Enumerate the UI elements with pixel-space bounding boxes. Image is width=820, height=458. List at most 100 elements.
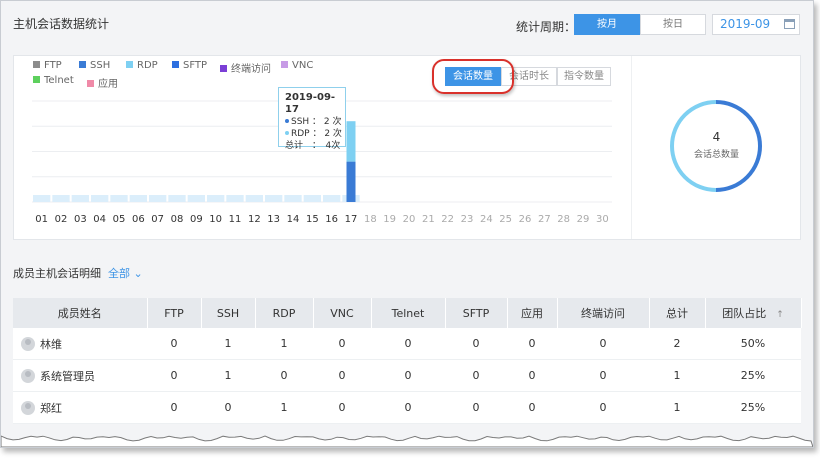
cell-总计: 1 (649, 391, 705, 424)
x-tick-label: 25 (499, 214, 512, 225)
cell-SSH: 0 (201, 391, 255, 424)
x-tick-label: 21 (422, 214, 435, 225)
donut-slices (670, 100, 762, 192)
cell-SFTP: 0 (445, 391, 507, 424)
sort-arrow-icon[interactable]: ↑ (776, 310, 784, 320)
table-row: 郑红 0 0 1 0 0 0 0 0 1 25% (13, 391, 801, 424)
member-name-cell: 林维 (13, 328, 147, 360)
cell-FTP: 0 (147, 328, 201, 360)
cell-SSH: 1 (201, 328, 255, 360)
chart-x-tick-labels: 01 02 03 04 05 06 07 08 09 10 11 12 13 14 15 16 17 18 19 20… (35, 214, 608, 225)
section-title: 成员主机会话明细 (13, 267, 101, 280)
cell-RDP: 1 (255, 328, 313, 360)
x-tick-label: 02 (55, 214, 68, 225)
x-tick-label: 05 (113, 214, 126, 225)
cell-终端访问: 0 (557, 328, 649, 360)
x-tick-label: 20 (403, 214, 416, 225)
bar-empty-13 (265, 195, 283, 202)
x-tick-label: 13 (267, 214, 280, 225)
cell-SFTP: 0 (445, 328, 507, 360)
cell-Telnet: 0 (371, 391, 445, 424)
member-name-cell: 郑红 (13, 391, 147, 424)
cell-VNC: 0 (313, 359, 371, 392)
cell-VNC: 0 (313, 391, 371, 424)
column-header-vnc[interactable]: VNC (313, 298, 372, 328)
x-tick-label: 22 (441, 214, 454, 225)
member-session-table: 成员姓名 FTP SSH RDP VNC Telnet SFTP 应用 终端访问… (13, 298, 802, 424)
x-tick-label: 07 (151, 214, 164, 225)
donut-slice-rdp (670, 100, 717, 192)
avatar-icon (21, 400, 35, 415)
bar-empty-16 (323, 195, 341, 202)
bar-empty-03 (71, 195, 89, 202)
x-tick-label: 01 (35, 214, 48, 225)
column-header-sftp[interactable]: SFTP (445, 298, 508, 328)
x-tick-label: 11 (229, 214, 242, 225)
x-tick-label: 29 (577, 214, 590, 225)
bar-empty-01 (33, 195, 51, 202)
cell-SFTP: 0 (445, 359, 507, 392)
chart-tooltip: 2019-09-17 SSH ： 2 次 RDP ： 2 次 总计 ： 4次 (278, 87, 346, 151)
cell-RDP: 1 (255, 391, 313, 424)
member-name-cell: 系统管理员 (13, 359, 147, 392)
bar-empty-10 (207, 195, 225, 202)
cell-终端访问: 0 (557, 359, 649, 392)
column-header-ssh[interactable]: SSH (201, 298, 256, 328)
cell-FTP: 0 (147, 359, 201, 392)
table-header-row: 成员姓名 FTP SSH RDP VNC Telnet SFTP 应用 终端访问… (13, 298, 802, 328)
column-header-total[interactable]: 总计 (649, 298, 706, 328)
x-tick-label: 12 (248, 214, 261, 225)
column-header-telnet[interactable]: Telnet (371, 298, 446, 328)
x-tick-label: 27 (538, 214, 551, 225)
bar-rdp-17 (346, 121, 356, 162)
cell-SSH: 1 (201, 359, 255, 392)
member-filter-dropdown[interactable]: 全部 ⌄ (108, 265, 143, 281)
x-tick-label: 06 (132, 214, 145, 225)
x-tick-label: 03 (74, 214, 87, 225)
column-header-ftp[interactable]: FTP (147, 298, 202, 328)
app-frame: 主机会话数据统计 统计周期： 按月 按日 2019-09 FTP SSH RDP… (0, 0, 814, 448)
column-header-share[interactable]: 团队占比 ↑ (705, 298, 802, 328)
x-tick-label: 15 (306, 214, 319, 225)
column-header-rdp[interactable]: RDP (255, 298, 314, 328)
cell-VNC: 0 (313, 328, 371, 360)
x-tick-label: 04 (93, 214, 106, 225)
cell-RDP: 0 (255, 359, 313, 392)
table-row: 林维 0 1 1 0 0 0 0 0 2 50% (13, 328, 801, 360)
avatar-icon (21, 336, 35, 351)
x-tick-label: 16 (325, 214, 338, 225)
bar-empty-06 (129, 195, 147, 202)
bar-empty-04 (91, 195, 109, 202)
donut-panel: 4 会话总数量 (631, 56, 801, 239)
table-row: 系统管理员 0 1 0 0 0 0 0 0 1 25% (13, 359, 801, 392)
bar-empty-15 (303, 195, 321, 202)
bar-empty-08 (168, 195, 186, 202)
column-header-terminal[interactable]: 终端访问 (557, 298, 650, 328)
cell-总计: 2 (649, 328, 705, 360)
x-tick-label: 24 (480, 214, 493, 225)
x-tick-label: 14 (287, 214, 300, 225)
x-tick-label: 30 (596, 214, 609, 225)
cell-Telnet: 0 (371, 328, 445, 360)
donut-total: 4 (712, 130, 721, 144)
bar-empty-09 (187, 195, 205, 202)
cell-应用: 0 (507, 391, 557, 424)
cell-团队占比: 25% (705, 391, 801, 424)
member-name: 林维 (40, 337, 62, 351)
x-tick-label: 26 (519, 214, 532, 225)
bar-empty-14 (284, 195, 302, 202)
x-tick-label: 17 (345, 214, 358, 225)
member-name: 郑红 (40, 401, 62, 415)
column-header-name[interactable]: 成员姓名 (13, 298, 148, 328)
avatar-icon (21, 368, 35, 383)
tooltip-ssh-row: SSH ： 2 次 (285, 116, 345, 128)
bar-empty-05 (110, 195, 128, 202)
donut-slice-ssh (715, 100, 762, 192)
donut-caption: 会话总数量 (693, 150, 739, 160)
column-header-app[interactable]: 应用 (507, 298, 558, 328)
ssh-dot-icon (285, 119, 289, 123)
x-tick-label: 23 (461, 214, 474, 225)
bar-ssh-17 (346, 161, 356, 202)
cell-团队占比: 25% (705, 359, 801, 392)
x-tick-label: 08 (171, 214, 184, 225)
